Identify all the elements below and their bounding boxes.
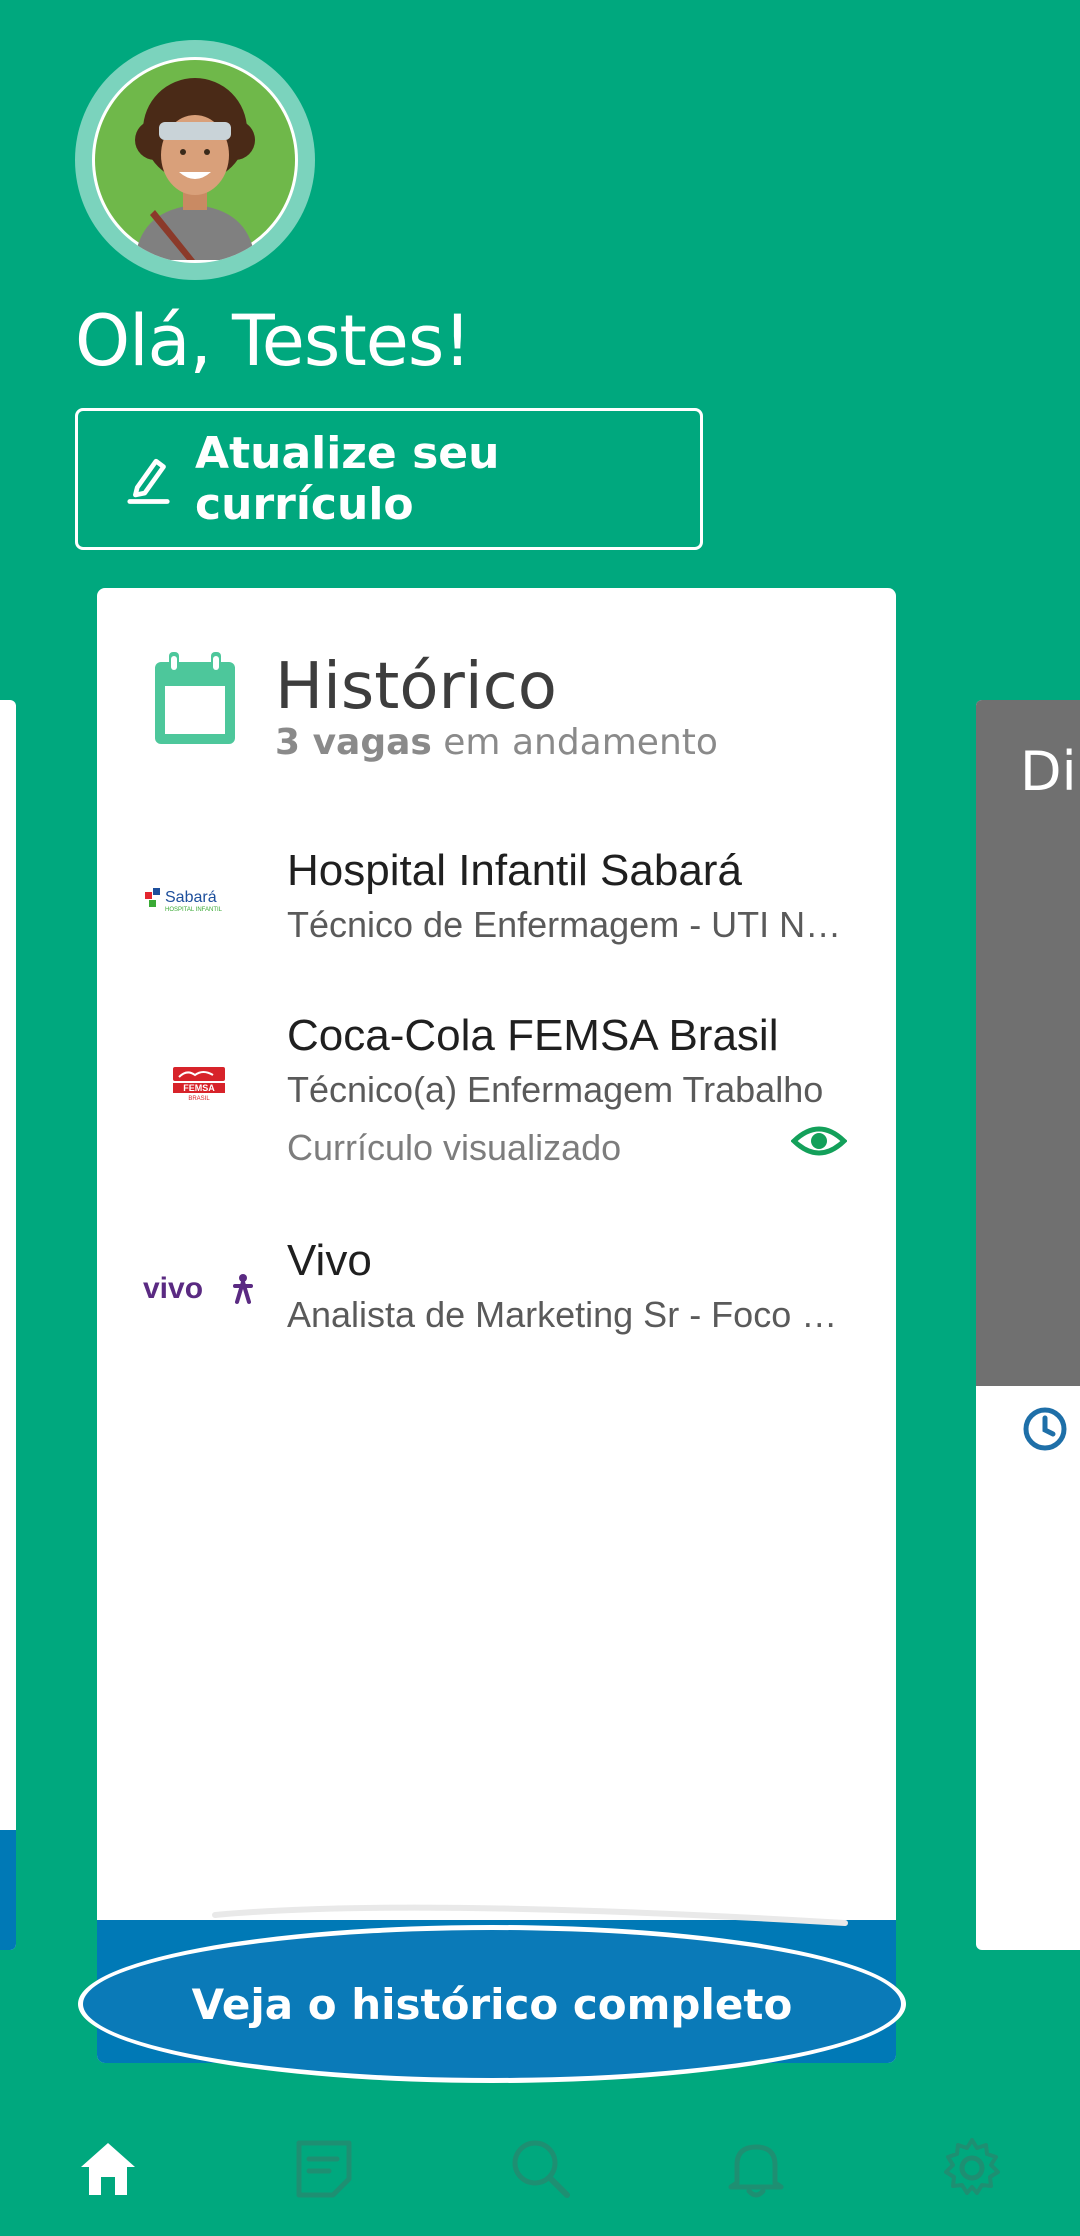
job-company: Coca-Cola FEMSA Brasil [287, 1011, 779, 1060]
nav-home[interactable] [68, 2128, 148, 2208]
avatar[interactable] [75, 40, 315, 280]
search-icon [512, 2140, 570, 2198]
full-history-label: Veja o histórico completo [191, 1979, 793, 2029]
previous-card-footer [0, 1830, 16, 1950]
person-illustration-icon [95, 60, 295, 260]
nav-search[interactable] [500, 2128, 580, 2208]
next-card[interactable]: Di [976, 700, 1080, 1950]
settings-icon [944, 2138, 1000, 2195]
job-role: Analista de Marketing Sr - Foco em Perfo… [287, 1294, 847, 1335]
calendar-icon [155, 652, 235, 744]
coca-cola-femsa-logo: FEMSA BRASIL [139, 1053, 259, 1113]
history-title: Histórico [275, 650, 557, 724]
list-item[interactable]: vivo Vivo Analista de Marketing Sr - Foc… [97, 1228, 896, 1358]
notifications-icon [728, 2144, 784, 2198]
job-company: Vivo [287, 1236, 372, 1285]
svg-text:Sabará: Sabará [165, 889, 217, 906]
list-item[interactable]: Sabará HOSPITAL INFANTIL Hospital Infant… [97, 838, 896, 968]
full-history-button[interactable]: Veja o histórico completo [78, 1925, 906, 2083]
pencil-icon [127, 458, 170, 504]
update-resume-label: Atualize seu currículo [195, 428, 500, 530]
nav-settings[interactable] [932, 2128, 1012, 2208]
sabara-logo: Sabará HOSPITAL INFANTIL [139, 870, 259, 930]
previous-card[interactable] [0, 700, 16, 1950]
history-subtitle-rest: em andamento [431, 722, 718, 763]
list-item[interactable]: FEMSA BRASIL Coca-Cola FEMSA Brasil Técn… [97, 1003, 896, 1173]
job-status: Currículo visualizado [287, 1127, 622, 1168]
job-company: Hospital Infantil Sabará [287, 846, 742, 895]
svg-text:vivo: vivo [143, 1272, 203, 1305]
update-resume-button[interactable]: Atualize seu currículo [75, 408, 703, 550]
eye-icon [791, 1126, 847, 1156]
vivo-logo: vivo [139, 1258, 259, 1318]
curriculum-icon [296, 2140, 352, 2198]
next-card-title: Di [1020, 740, 1077, 803]
history-subtitle: 3 vagas em andamento [275, 722, 718, 763]
job-role: Técnico de Enfermagem - UTI Neonatal [287, 904, 847, 945]
clock-icon [1023, 1407, 1067, 1451]
history-card: Histórico 3 vagas em andamento Sabará HO… [97, 588, 896, 2063]
svg-text:BRASIL: BRASIL [188, 1096, 210, 1102]
nav-curriculum[interactable] [284, 2128, 364, 2208]
svg-text:FEMSA: FEMSA [183, 1083, 215, 1093]
job-role: Técnico(a) Enfermagem Trabalho [287, 1069, 824, 1110]
avatar-image [92, 57, 298, 263]
bottom-nav [0, 2100, 1080, 2236]
svg-text:HOSPITAL INFANTIL: HOSPITAL INFANTIL [165, 907, 223, 913]
home-icon [81, 2143, 135, 2195]
nav-notifications[interactable] [716, 2128, 796, 2208]
greeting-title: Olá, Testes! [75, 300, 471, 382]
history-count: 3 vagas [275, 722, 432, 763]
